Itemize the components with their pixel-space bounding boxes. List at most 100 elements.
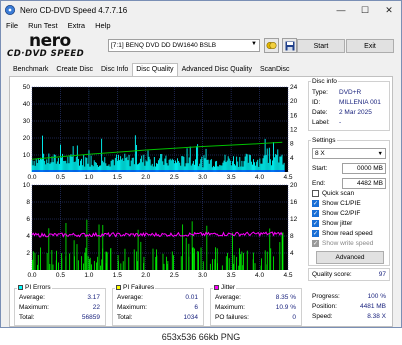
eject-button[interactable] [264, 38, 279, 53]
checkbox-show-read-speed[interactable]: ✓ Show read speed [312, 230, 373, 237]
tab-disc-quality[interactable]: Disc Quality [132, 63, 178, 76]
menu-help[interactable]: Help [90, 21, 115, 30]
speed-select-value: 8 X [315, 150, 325, 157]
close-button[interactable]: ✕ [377, 1, 401, 19]
quality-score-label: Quality score: [312, 271, 352, 278]
y-right-tick-label: 16 [290, 112, 298, 119]
x-tick-label: 1.5 [113, 174, 122, 181]
y-left-tick-label: 4 [26, 233, 30, 240]
po-failures-value: 0 [292, 314, 296, 321]
x-tick-label: 1.0 [84, 272, 93, 279]
checkbox-label: Show write speed [322, 240, 374, 247]
end-label: End: [312, 180, 326, 187]
tab-create-disc[interactable]: Create Disc [52, 63, 97, 76]
disc-quality-charts: 0.0 0.5 1.0 1.5 2.0 2.5 3.0 3.5 4.0 4.5 50 40 30 20 10… [23, 84, 298, 279]
disc-label-label: Label: [312, 119, 330, 126]
window-title: Nero CD-DVD Speed 4.7.7.16 [20, 5, 128, 15]
swap-discs-icon [266, 41, 277, 50]
y-left-tick-label: 2 [26, 250, 30, 257]
jitter-average-label: Average: [215, 294, 241, 301]
pi-errors-average-value: 3.17 [87, 294, 100, 301]
chevron-down-icon: ▼ [377, 150, 383, 157]
pi-errors-title: PI Errors [17, 284, 52, 291]
checkbox-label: Show jitter [322, 220, 353, 227]
checkbox-quick-scan[interactable]: Quick scan [312, 190, 354, 197]
y-left-tick-label: 8 [26, 199, 30, 206]
tab-strip: Benchmark Create Disc Disc Info Disc Qua… [9, 63, 294, 76]
speed-label: Speed: [312, 313, 333, 320]
menu-run-test[interactable]: Run Test [23, 21, 62, 30]
logo-cd-dvd-speed: CD·DVD SPEED [7, 49, 85, 59]
checkbox-show-c2-pif[interactable]: ✓ Show C2/PIF [312, 210, 360, 217]
x-tick-label: 4.5 [283, 174, 292, 181]
start-input[interactable]: 0000 MB [342, 163, 386, 174]
checkbox-box[interactable] [312, 190, 319, 197]
y-left-tick-label: 10 [23, 182, 31, 189]
menu-extra[interactable]: Extra [63, 21, 91, 30]
y-right-tick-label: 16 [290, 199, 298, 206]
checkbox-label: Show read speed [322, 230, 373, 237]
pi-errors-swatch [18, 284, 23, 290]
speed-value: 8.38 X [367, 313, 386, 320]
disc-info-title: Disc info [311, 78, 338, 85]
pi-failures-title: PI Failures [115, 284, 156, 291]
x-tick-label: 0.5 [56, 272, 65, 279]
progress-label: Progress: [312, 293, 340, 300]
advanced-button[interactable]: Advanced [316, 251, 384, 264]
checkbox-show-jitter[interactable]: ✓ Show jitter [312, 220, 352, 227]
y-right-tick-label: 20 [290, 182, 298, 189]
minimize-button[interactable]: — [329, 1, 353, 19]
drive-select[interactable]: [7:1] BENQ DVD DD DW1640 BSLB ▼ [108, 39, 260, 52]
x-tick-label: 0.5 [56, 174, 65, 181]
checkbox-box: ✓ [312, 240, 319, 247]
x-tick-label: 1.0 [84, 174, 93, 181]
position-label: Position: [312, 303, 337, 310]
checkbox-box[interactable]: ✓ [312, 230, 319, 237]
pi-failures-average-label: Average: [117, 294, 143, 301]
x-tick-label: 3.5 [227, 272, 236, 279]
maximize-button[interactable]: ☐ [353, 1, 377, 19]
checkbox-box[interactable]: ✓ [312, 220, 319, 227]
tab-disc-info[interactable]: Disc Info [97, 63, 132, 76]
y-left-tick-label: 20 [23, 135, 31, 142]
save-button[interactable] [282, 38, 297, 53]
pi-errors-total-value: 56859 [81, 314, 100, 321]
speed-select[interactable]: 8 X ▼ [312, 148, 386, 159]
x-tick-label: 3.0 [198, 272, 207, 279]
y-right-tick-label: 8 [290, 141, 294, 148]
settings-title: Settings [311, 137, 337, 144]
disc-type-label: Type: [312, 89, 328, 96]
pi-failures-total-value: 1034 [183, 314, 198, 321]
start-label: Start: [312, 165, 328, 172]
jitter-title: Jitter [213, 284, 237, 291]
x-tick-label: 3.5 [227, 174, 236, 181]
checkbox-show-c1-pie[interactable]: ✓ Show C1/PIE [312, 200, 361, 207]
y-right-tick-label: 20 [290, 98, 298, 105]
jitter-maximum-value: 10.9 % [275, 304, 296, 311]
tab-scandisc[interactable]: ScanDisc [256, 63, 294, 76]
x-tick-label: 2.5 [170, 174, 179, 181]
menu-file[interactable]: File [1, 21, 23, 30]
y-right-tick-label: 12 [290, 216, 298, 223]
pi-failures-average-value: 0.01 [185, 294, 198, 301]
pi-errors-maximum-value: 22 [92, 304, 100, 311]
checkbox-label: Show C1/PIE [322, 200, 361, 207]
checkbox-box[interactable]: ✓ [312, 200, 319, 207]
checkbox-box[interactable]: ✓ [312, 210, 319, 217]
x-tick-label: 2.0 [141, 174, 150, 181]
exit-button[interactable]: Exit [346, 39, 394, 53]
tab-advanced-disc-quality[interactable]: Advanced Disc Quality [178, 63, 256, 76]
tab-benchmark[interactable]: Benchmark [9, 63, 52, 76]
start-button[interactable]: Start [297, 39, 345, 53]
x-tick-label: 2.0 [141, 272, 150, 279]
chevron-down-icon: ▼ [251, 41, 257, 47]
end-input[interactable]: 4482 MB [342, 178, 386, 189]
chart-plot-area [32, 185, 288, 270]
disc-label-value: - [339, 119, 342, 126]
y-left-tick-label: 10 [23, 152, 31, 159]
pi-failures-title-text: PI Failures [123, 284, 155, 291]
disc-date-label: Date: [312, 109, 328, 116]
logo-nero: nero [29, 31, 71, 51]
position-value: 4481 MB [359, 303, 386, 310]
jitter-maximum-label: Maximum: [215, 304, 245, 311]
